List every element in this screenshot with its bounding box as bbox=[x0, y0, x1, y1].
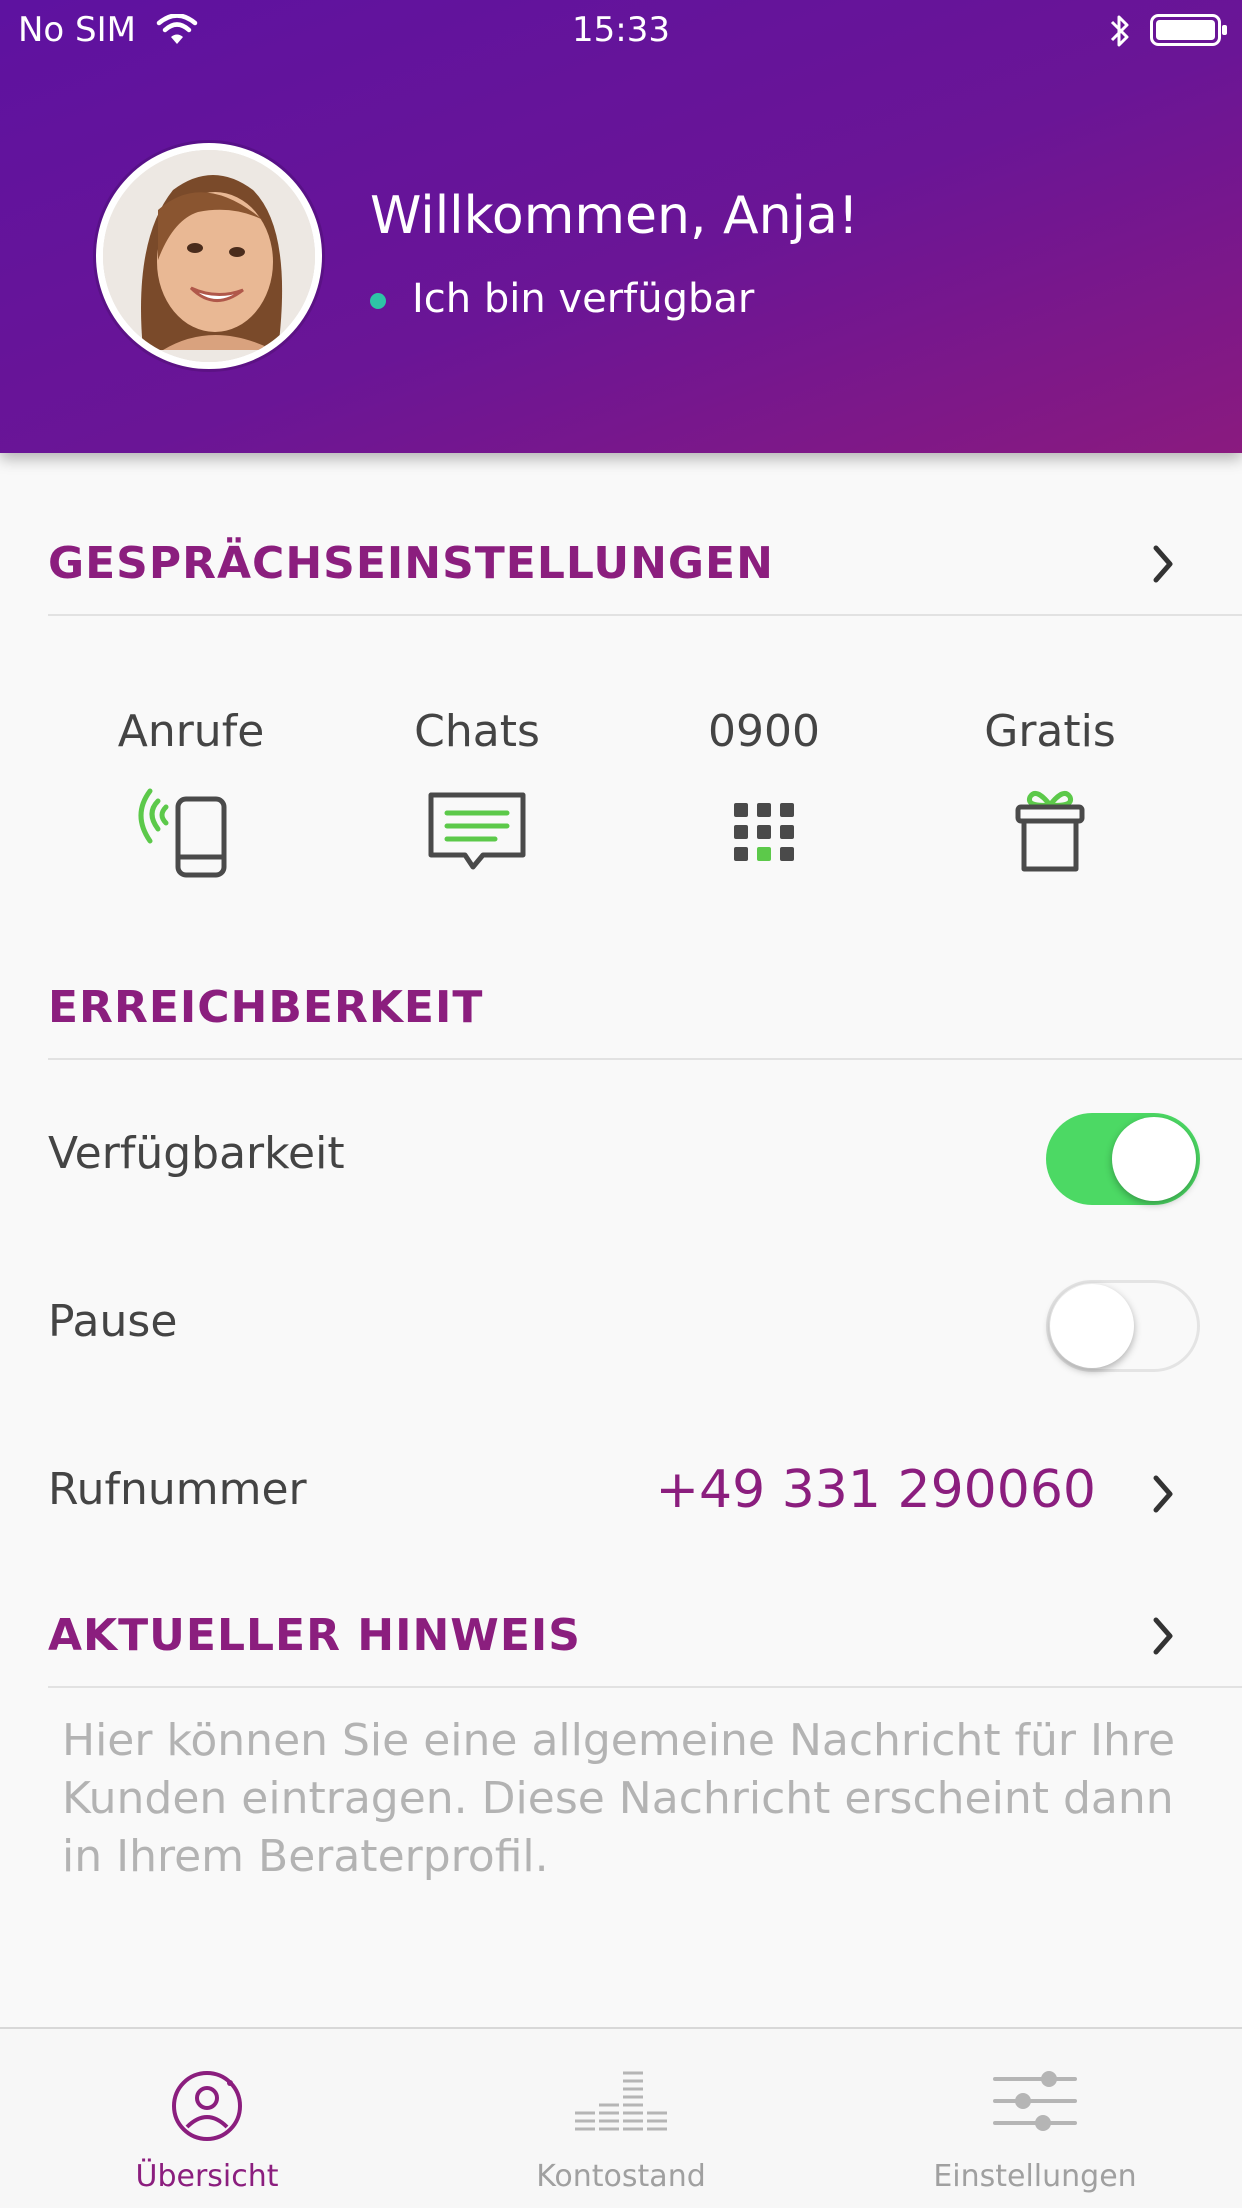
tab-settings-label: Einstellungen bbox=[933, 2159, 1137, 2194]
gift-icon bbox=[1015, 790, 1085, 872]
option-0900-label: 0900 bbox=[708, 706, 820, 757]
option-gratis[interactable]: Gratis bbox=[930, 706, 1170, 879]
reachability-title: ERREICHBERKEIT bbox=[48, 982, 484, 1033]
tab-overview[interactable]: Übersicht bbox=[0, 2029, 414, 2208]
call-settings-header[interactable]: GESPRÄCHSEINSTELLUNGEN bbox=[48, 538, 1242, 616]
user-circle-icon bbox=[172, 2071, 242, 2141]
profile-header: No SIM 15:33 Willkommen, Anja! Ich bin v… bbox=[0, 0, 1242, 453]
status-dot bbox=[370, 293, 386, 309]
chevron-right-icon bbox=[1153, 545, 1173, 583]
tab-settings[interactable]: Einstellungen bbox=[828, 2029, 1242, 2208]
phone-number-value: +49 331 290060 bbox=[655, 1460, 1096, 1520]
pause-toggle[interactable] bbox=[1046, 1280, 1200, 1372]
bars-icon bbox=[575, 2071, 667, 2131]
phone-calling-icon bbox=[138, 788, 227, 878]
option-chats[interactable]: Chats bbox=[357, 706, 597, 879]
availability-label: Verfügbarkeit bbox=[48, 1128, 345, 1179]
current-notice-title: AKTUELLER HINWEIS bbox=[48, 1610, 581, 1661]
pause-label: Pause bbox=[48, 1296, 178, 1347]
reachability-header: ERREICHBERKEIT bbox=[48, 982, 1242, 1060]
avatar[interactable] bbox=[96, 143, 322, 369]
current-notice-header[interactable]: AKTUELLER HINWEIS bbox=[48, 1610, 1242, 1688]
availability-status: Ich bin verfügbar bbox=[412, 276, 755, 322]
clock: 15:33 bbox=[572, 10, 670, 50]
notice-textarea[interactable]: Hier können Sie eine allgemeine Nachrich… bbox=[62, 1712, 1182, 1886]
chevron-right-icon bbox=[1153, 1475, 1173, 1513]
profile-photo bbox=[103, 150, 315, 362]
welcome-title: Willkommen, Anja! bbox=[370, 186, 859, 246]
chevron-right-icon bbox=[1153, 1617, 1173, 1655]
tab-bar: Übersicht Kontostand Einstellungen bbox=[0, 2027, 1242, 2208]
option-chats-label: Chats bbox=[414, 706, 540, 757]
toggle-knob bbox=[1050, 1284, 1134, 1368]
tab-overview-label: Übersicht bbox=[135, 2159, 279, 2194]
chat-bubble-icon bbox=[428, 792, 526, 870]
availability-toggle[interactable] bbox=[1046, 1113, 1200, 1205]
option-gratis-label: Gratis bbox=[984, 706, 1116, 757]
sliders-icon bbox=[993, 2071, 1077, 2131]
option-0900[interactable]: 0900 bbox=[644, 706, 884, 879]
call-settings-title: GESPRÄCHSEINSTELLUNGEN bbox=[48, 538, 774, 589]
tab-balance-label: Kontostand bbox=[536, 2159, 706, 2194]
option-calls[interactable]: Anrufe bbox=[71, 706, 311, 879]
keypad-icon bbox=[734, 803, 794, 861]
option-calls-label: Anrufe bbox=[117, 706, 265, 757]
status-bar: No SIM 15:33 bbox=[0, 0, 1242, 60]
app-screen: No SIM 15:33 Willkommen, Anja! Ich bin v… bbox=[0, 0, 1242, 2208]
toggle-knob bbox=[1112, 1117, 1196, 1201]
tab-balance[interactable]: Kontostand bbox=[414, 2029, 828, 2208]
phone-number-label: Rufnummer bbox=[48, 1464, 307, 1515]
bluetooth-icon bbox=[1110, 15, 1129, 47]
battery-icon bbox=[1150, 14, 1227, 46]
